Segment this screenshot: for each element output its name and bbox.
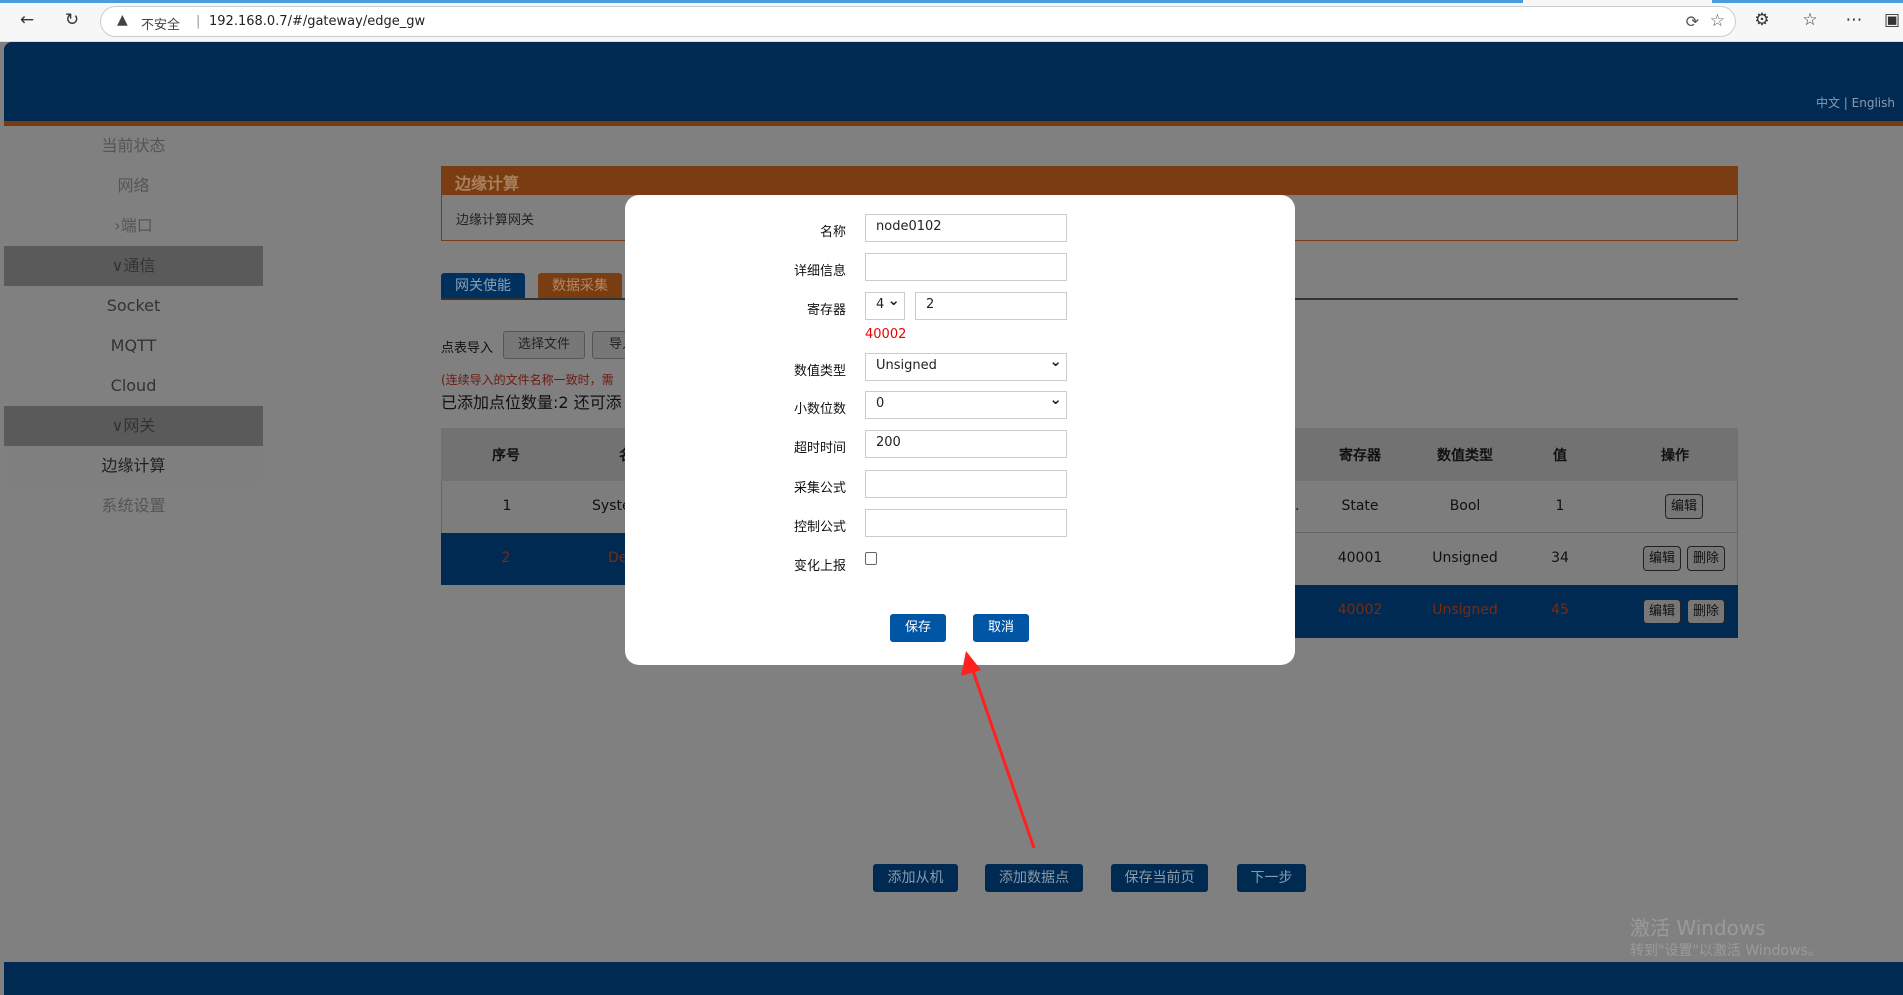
windows-watermark-sub: 转到"设置"以激活 Windows。 — [1630, 943, 1822, 959]
windows-watermark: 激活 Windows — [1630, 916, 1766, 940]
arrow-head — [961, 651, 981, 676]
arrow-shaft — [970, 667, 1036, 849]
annotation-arrow — [961, 651, 1036, 849]
